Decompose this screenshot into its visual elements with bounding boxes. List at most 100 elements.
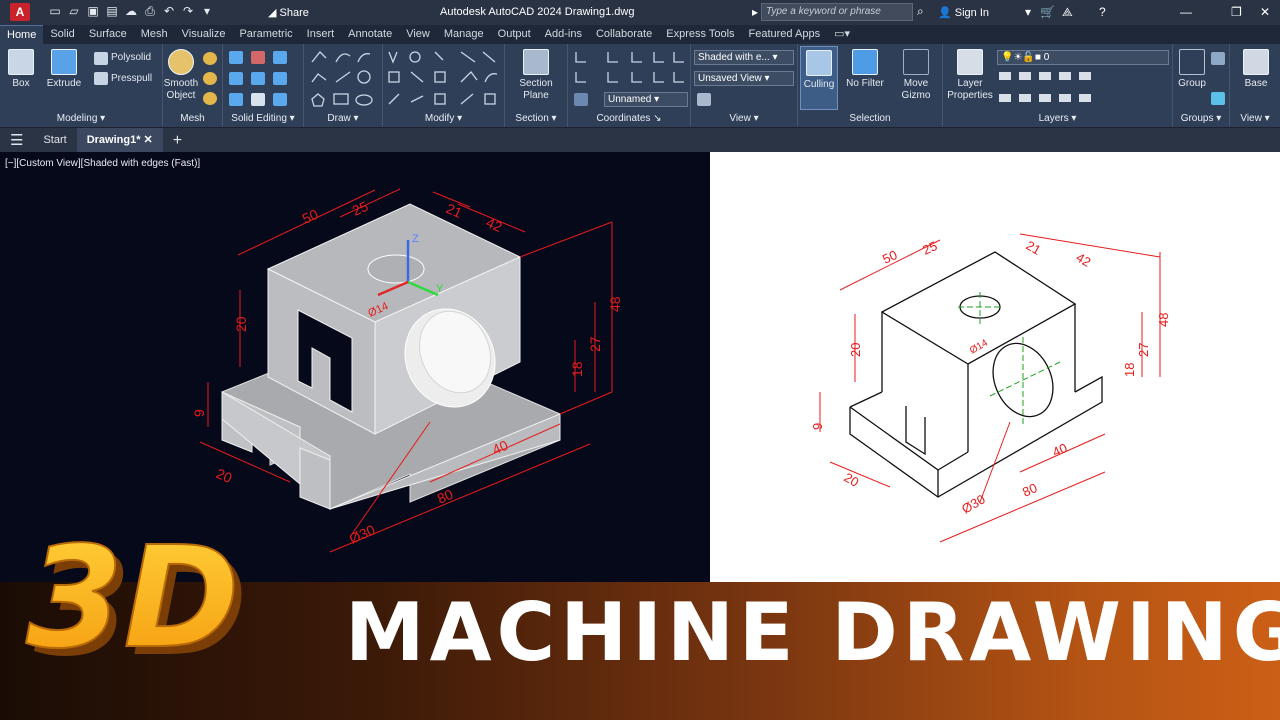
mesh-panel-title[interactable]: Mesh bbox=[163, 113, 222, 126]
tab-start[interactable]: Start bbox=[33, 128, 76, 153]
redo-icon[interactable]: ↷ bbox=[181, 4, 195, 18]
groups-panel-title[interactable]: Groups ▾ bbox=[1173, 113, 1229, 126]
search-input[interactable]: Type a keyword or phrase bbox=[761, 3, 913, 21]
tab-parametric[interactable]: Parametric bbox=[232, 25, 299, 44]
intersect-icon[interactable] bbox=[273, 51, 287, 64]
mesh-sphere-icon-2[interactable] bbox=[203, 72, 217, 85]
layer-tools-icons[interactable] bbox=[997, 68, 1117, 108]
visual-style-dropdown[interactable]: Shaded with e... ▾ bbox=[694, 50, 794, 65]
section-panel-title[interactable]: Section ▾ bbox=[505, 113, 567, 126]
tab-manage[interactable]: Manage bbox=[437, 25, 491, 44]
cart-icon[interactable]: 🛒 bbox=[1040, 5, 1055, 19]
smooth-object-button[interactable]: Smooth Object bbox=[163, 49, 199, 102]
subtract-icon[interactable] bbox=[251, 51, 265, 64]
group-select-icon[interactable] bbox=[1211, 92, 1225, 105]
arrow-right-icon[interactable]: ▸ bbox=[752, 5, 758, 19]
ungroup-icon[interactable] bbox=[1211, 52, 1225, 65]
tab-featured-apps[interactable]: Featured Apps bbox=[742, 25, 828, 44]
coordinates-panel-title[interactable]: Coordinates ↘ bbox=[568, 113, 690, 126]
tab-express-tools[interactable]: Express Tools bbox=[659, 25, 741, 44]
print-icon[interactable]: ⎙ bbox=[143, 4, 157, 18]
union-icon[interactable] bbox=[229, 51, 243, 64]
menu-icon[interactable]: ☰ bbox=[0, 128, 33, 153]
new-file-icon[interactable]: ▭ bbox=[48, 4, 62, 18]
no-filter-button[interactable]: No Filter bbox=[842, 49, 888, 90]
presspull-button[interactable]: Presspull bbox=[111, 73, 152, 84]
minimize-icon[interactable]: — bbox=[1180, 5, 1192, 19]
tab-annotate[interactable]: Annotate bbox=[341, 25, 399, 44]
sign-in-button[interactable]: 👤 Sign In bbox=[938, 6, 989, 19]
extract-edges-icon[interactable] bbox=[273, 72, 287, 85]
modeling-panel-title[interactable]: Modeling ▾ bbox=[0, 113, 162, 126]
open-folder-icon[interactable]: ▱ bbox=[67, 4, 81, 18]
share-button[interactable]: ◢ Share bbox=[268, 6, 309, 19]
tab-solid[interactable]: Solid bbox=[43, 25, 81, 44]
ucs-tools-icons[interactable] bbox=[568, 44, 691, 92]
culling-button[interactable]: Culling bbox=[800, 46, 838, 110]
save-icon[interactable]: ▣ bbox=[86, 4, 100, 18]
ribbon-toggle-icon[interactable]: ▭▾ bbox=[827, 25, 857, 44]
tab-add-ins[interactable]: Add-ins bbox=[538, 25, 589, 44]
ucs-dropdown[interactable]: Unnamed ▾ bbox=[604, 92, 688, 107]
view-title-text: View bbox=[729, 113, 751, 124]
presspull-icon bbox=[94, 72, 108, 85]
autocad-logo-icon[interactable]: A bbox=[10, 3, 30, 21]
move-gizmo-button[interactable]: Move Gizmo bbox=[894, 49, 938, 102]
extrude-button[interactable]: Extrude bbox=[44, 49, 84, 90]
draw-tools-icons[interactable] bbox=[304, 44, 383, 110]
shaded-model[interactable]: Z Y 50 25 21 42 48 27 18 20 9 20 40 80 Ø… bbox=[0, 152, 710, 582]
dropdown-icon[interactable]: ▾ bbox=[200, 4, 214, 18]
selection-panel-title[interactable]: Selection bbox=[798, 113, 942, 126]
save-as-icon[interactable]: ▤ bbox=[105, 4, 119, 18]
solid-editing-panel-title[interactable]: Solid Editing ▾ bbox=[223, 113, 303, 126]
box-button[interactable]: Box bbox=[4, 49, 38, 90]
paper-dim-27: 27 bbox=[1136, 343, 1151, 357]
community-icon[interactable]: ⟁ bbox=[1062, 5, 1073, 20]
layers-panel-title[interactable]: Layers ▾ bbox=[943, 113, 1172, 126]
viewport-config-icon[interactable] bbox=[697, 93, 711, 106]
saved-view-dropdown[interactable]: Unsaved View ▾ bbox=[694, 71, 794, 86]
tab-collaborate[interactable]: Collaborate bbox=[589, 25, 659, 44]
slice-icon[interactable] bbox=[229, 72, 243, 85]
section-plane-button[interactable]: Section Plane bbox=[511, 49, 561, 102]
tab-home[interactable]: Home bbox=[0, 25, 44, 44]
base-button[interactable]: Base bbox=[1236, 49, 1276, 90]
view-panel-title[interactable]: View ▾ bbox=[691, 113, 797, 126]
tab-view[interactable]: View bbox=[399, 25, 437, 44]
ucs-value: Unnamed bbox=[608, 94, 652, 105]
tab-mesh[interactable]: Mesh bbox=[134, 25, 175, 44]
draw-panel-title[interactable]: Draw ▾ bbox=[304, 113, 382, 126]
view2-panel-title[interactable]: View ▾ bbox=[1230, 113, 1280, 126]
group-button[interactable]: Group bbox=[1175, 49, 1209, 90]
polysolid-button[interactable]: Polysolid bbox=[111, 52, 151, 63]
mesh-sphere-icon-3[interactable] bbox=[203, 92, 217, 105]
mesh-sphere-icon-1[interactable] bbox=[203, 52, 217, 65]
ucs-icon[interactable] bbox=[574, 93, 588, 106]
thicken-icon[interactable] bbox=[251, 72, 265, 85]
undo-icon[interactable]: ↶ bbox=[162, 4, 176, 18]
close-tab-icon[interactable]: ✕ bbox=[144, 134, 153, 146]
model-viewport[interactable]: [−][Custom View][Shaded with edges (Fast… bbox=[0, 152, 710, 582]
restore-icon[interactable]: ❐ bbox=[1231, 5, 1242, 19]
tab-insert[interactable]: Insert bbox=[300, 25, 342, 44]
paper-dim-9: 9 bbox=[810, 423, 825, 430]
search-icon[interactable]: ⌕ bbox=[917, 4, 924, 19]
fillet-edge-icon[interactable] bbox=[229, 93, 243, 106]
view2-title-text: View bbox=[1240, 113, 1262, 124]
tab-drawing1[interactable]: Drawing1* ✕ bbox=[76, 127, 163, 153]
tab-visualize[interactable]: Visualize bbox=[175, 25, 233, 44]
help-icon[interactable]: ? bbox=[1099, 5, 1106, 19]
shell-icon[interactable] bbox=[251, 93, 265, 106]
layers-title-text: Layers bbox=[1038, 113, 1069, 124]
tab-surface[interactable]: Surface bbox=[82, 25, 134, 44]
close-icon[interactable]: ✕ bbox=[1260, 5, 1270, 19]
modify-tools-icons[interactable] bbox=[383, 44, 505, 110]
layer-properties-button[interactable]: Layer Properties bbox=[947, 49, 993, 102]
cloud-icon[interactable]: ☁ bbox=[124, 4, 138, 18]
separate-icon[interactable] bbox=[273, 93, 287, 106]
signin-dropdown-icon[interactable]: ▾ bbox=[1025, 5, 1031, 19]
tab-output[interactable]: Output bbox=[491, 25, 538, 44]
modify-panel-title[interactable]: Modify ▾ bbox=[383, 113, 504, 126]
new-tab-icon[interactable]: + bbox=[163, 128, 192, 153]
layer-dropdown[interactable]: 💡☀🔓■ 0 bbox=[997, 50, 1169, 65]
